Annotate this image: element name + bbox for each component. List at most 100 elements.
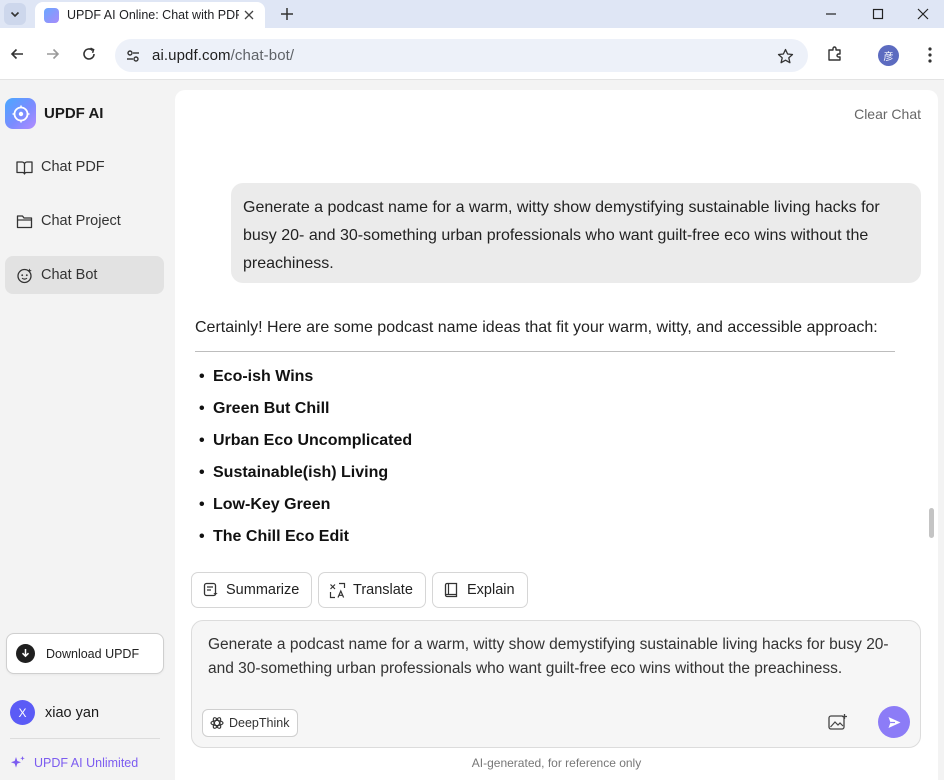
upgrade-unlimited-link[interactable]: UPDF AI Unlimited [10,755,138,771]
translate-button[interactable]: Translate [318,572,426,608]
download-updf-button[interactable]: Download UPDF [6,633,164,674]
message-input[interactable]: Generate a podcast name for a warm, witt… [208,633,898,681]
explain-button[interactable]: Explain [432,572,528,608]
assistant-answer-intro: Certainly! Here are some podcast name id… [195,319,878,336]
user-profile[interactable]: X xiao yan [10,700,99,725]
arrow-right-icon [47,48,60,60]
upload-image-button[interactable] [827,711,849,733]
sidebar-item-label: Chat PDF [41,159,105,175]
list-item-text: Eco-ish Wins [213,368,314,385]
url-path: /chat-bot/ [230,47,295,64]
avatar: X [10,700,35,725]
action-label: Summarize [226,582,300,598]
close-window-button[interactable] [900,0,944,28]
bookmark-button[interactable] [774,45,796,67]
sidebar-item-chat-bot[interactable]: Chat Bot [5,256,164,294]
maximize-icon [872,8,884,20]
bullet-icon: • [199,432,205,449]
ai-disclaimer: AI-generated, for reference only [471,756,642,770]
list-item-text: Green But Chill [213,400,330,417]
reload-button[interactable] [77,42,101,66]
list-item-text: Low-Key Green [213,496,331,513]
close-tab-button[interactable] [241,7,257,23]
close-icon [244,10,254,20]
sidebar-item-label: Chat Project [41,213,121,229]
folder-icon [16,213,33,230]
more-vertical-icon [928,47,932,63]
sidebar-item-chat-project[interactable]: Chat Project [5,202,164,240]
sidebar: UPDF AI Chat PDF Chat Project Chat Bot D… [0,81,172,780]
address-bar[interactable]: ai.updf.com/chat-bot/ [115,39,808,72]
send-icon [888,716,900,728]
browser-tab-active[interactable]: UPDF AI Online: Chat with PDF [35,2,265,28]
url-host: ai.updf.com [152,47,231,64]
new-tab-button[interactable] [276,3,298,25]
brand[interactable]: UPDF AI [5,98,103,129]
puzzle-icon [828,46,841,61]
sidebar-item-chat-pdf[interactable]: Chat PDF [5,148,164,186]
assistant-answer-list: • Eco-ish Wins • Green But Chill • Urban Ec… [195,361,412,553]
book-open-icon [443,582,460,599]
list-item-text: Urban Eco Uncomplicated [213,432,413,449]
divider [195,351,895,352]
clear-chat-button[interactable]: Clear Chat [854,106,921,122]
user-name: xiao yan [45,704,100,721]
extensions-button[interactable] [824,43,846,65]
star-icon [777,48,793,63]
bullet-icon: • [199,496,205,513]
minimize-window-button[interactable] [808,0,854,28]
reload-icon [83,47,95,60]
send-button[interactable] [878,706,910,738]
tab-search-button[interactable] [4,3,26,25]
bullet-icon: • [199,400,205,417]
list-item: • Low-Key Green [195,489,412,521]
bullet-icon: • [199,464,205,481]
divider [10,738,160,739]
close-icon [917,8,929,20]
maximize-window-button[interactable] [855,0,901,28]
list-item: • Eco-ish Wins [195,361,412,393]
tab-title: UPDF AI Online: Chat with PDF [67,8,239,22]
plus-icon [281,8,293,20]
list-item-text: The Chill Eco Edit [213,528,350,545]
profile-avatar[interactable]: 彦 [878,45,899,66]
chat-scrollbar-thumb[interactable] [929,508,934,538]
translate-icon [329,582,346,599]
download-label: Download UPDF [46,646,140,661]
sparkle-icon [11,756,25,768]
chat-panel: Clear Chat Generate a podcast name for a… [175,90,938,780]
minimize-icon [826,13,836,15]
image-upload-icon [828,714,847,730]
updf-ai-logo-icon [5,98,36,129]
browser-toolbar: ai.updf.com/chat-bot/ 彦 [0,28,944,80]
forward-button[interactable] [41,42,65,66]
updf-favicon-icon [44,7,59,23]
deepthink-toggle[interactable]: DeepThink [202,709,299,737]
action-label: Explain [467,582,515,598]
chevron-down-icon [10,11,20,18]
list-item: • Urban Eco Uncomplicated [195,425,412,457]
summarize-button[interactable]: Summarize [191,572,313,608]
sidebar-item-label: Chat Bot [41,267,98,283]
atom-icon [210,717,224,729]
book-icon [16,159,33,176]
tune-icon [127,50,139,62]
download-icon [16,644,35,663]
bullet-icon: • [199,528,205,545]
bullet-icon: • [199,368,205,385]
site-info-button[interactable] [122,45,144,67]
list-item-text: Sustainable(ish) Living [213,464,389,481]
back-button[interactable] [5,42,29,66]
url-text: ai.updf.com/chat-bot/ [152,47,294,64]
list-item: • Green But Chill [195,393,412,425]
list-item: • The Chill Eco Edit [195,521,412,553]
arrow-left-icon [10,48,23,60]
list-item: • Sustainable(ish) Living [195,457,412,489]
user-message-bubble: Generate a podcast name for a warm, witt… [231,183,921,283]
action-label: Translate [353,582,413,598]
browser-menu-button[interactable] [920,44,940,66]
message-composer[interactable]: Generate a podcast name for a warm, witt… [191,620,921,748]
browser-tab-strip: UPDF AI Online: Chat with PDF [0,0,944,28]
unlimited-label: UPDF AI Unlimited [34,756,139,770]
deepthink-label: DeepThink [229,716,290,730]
